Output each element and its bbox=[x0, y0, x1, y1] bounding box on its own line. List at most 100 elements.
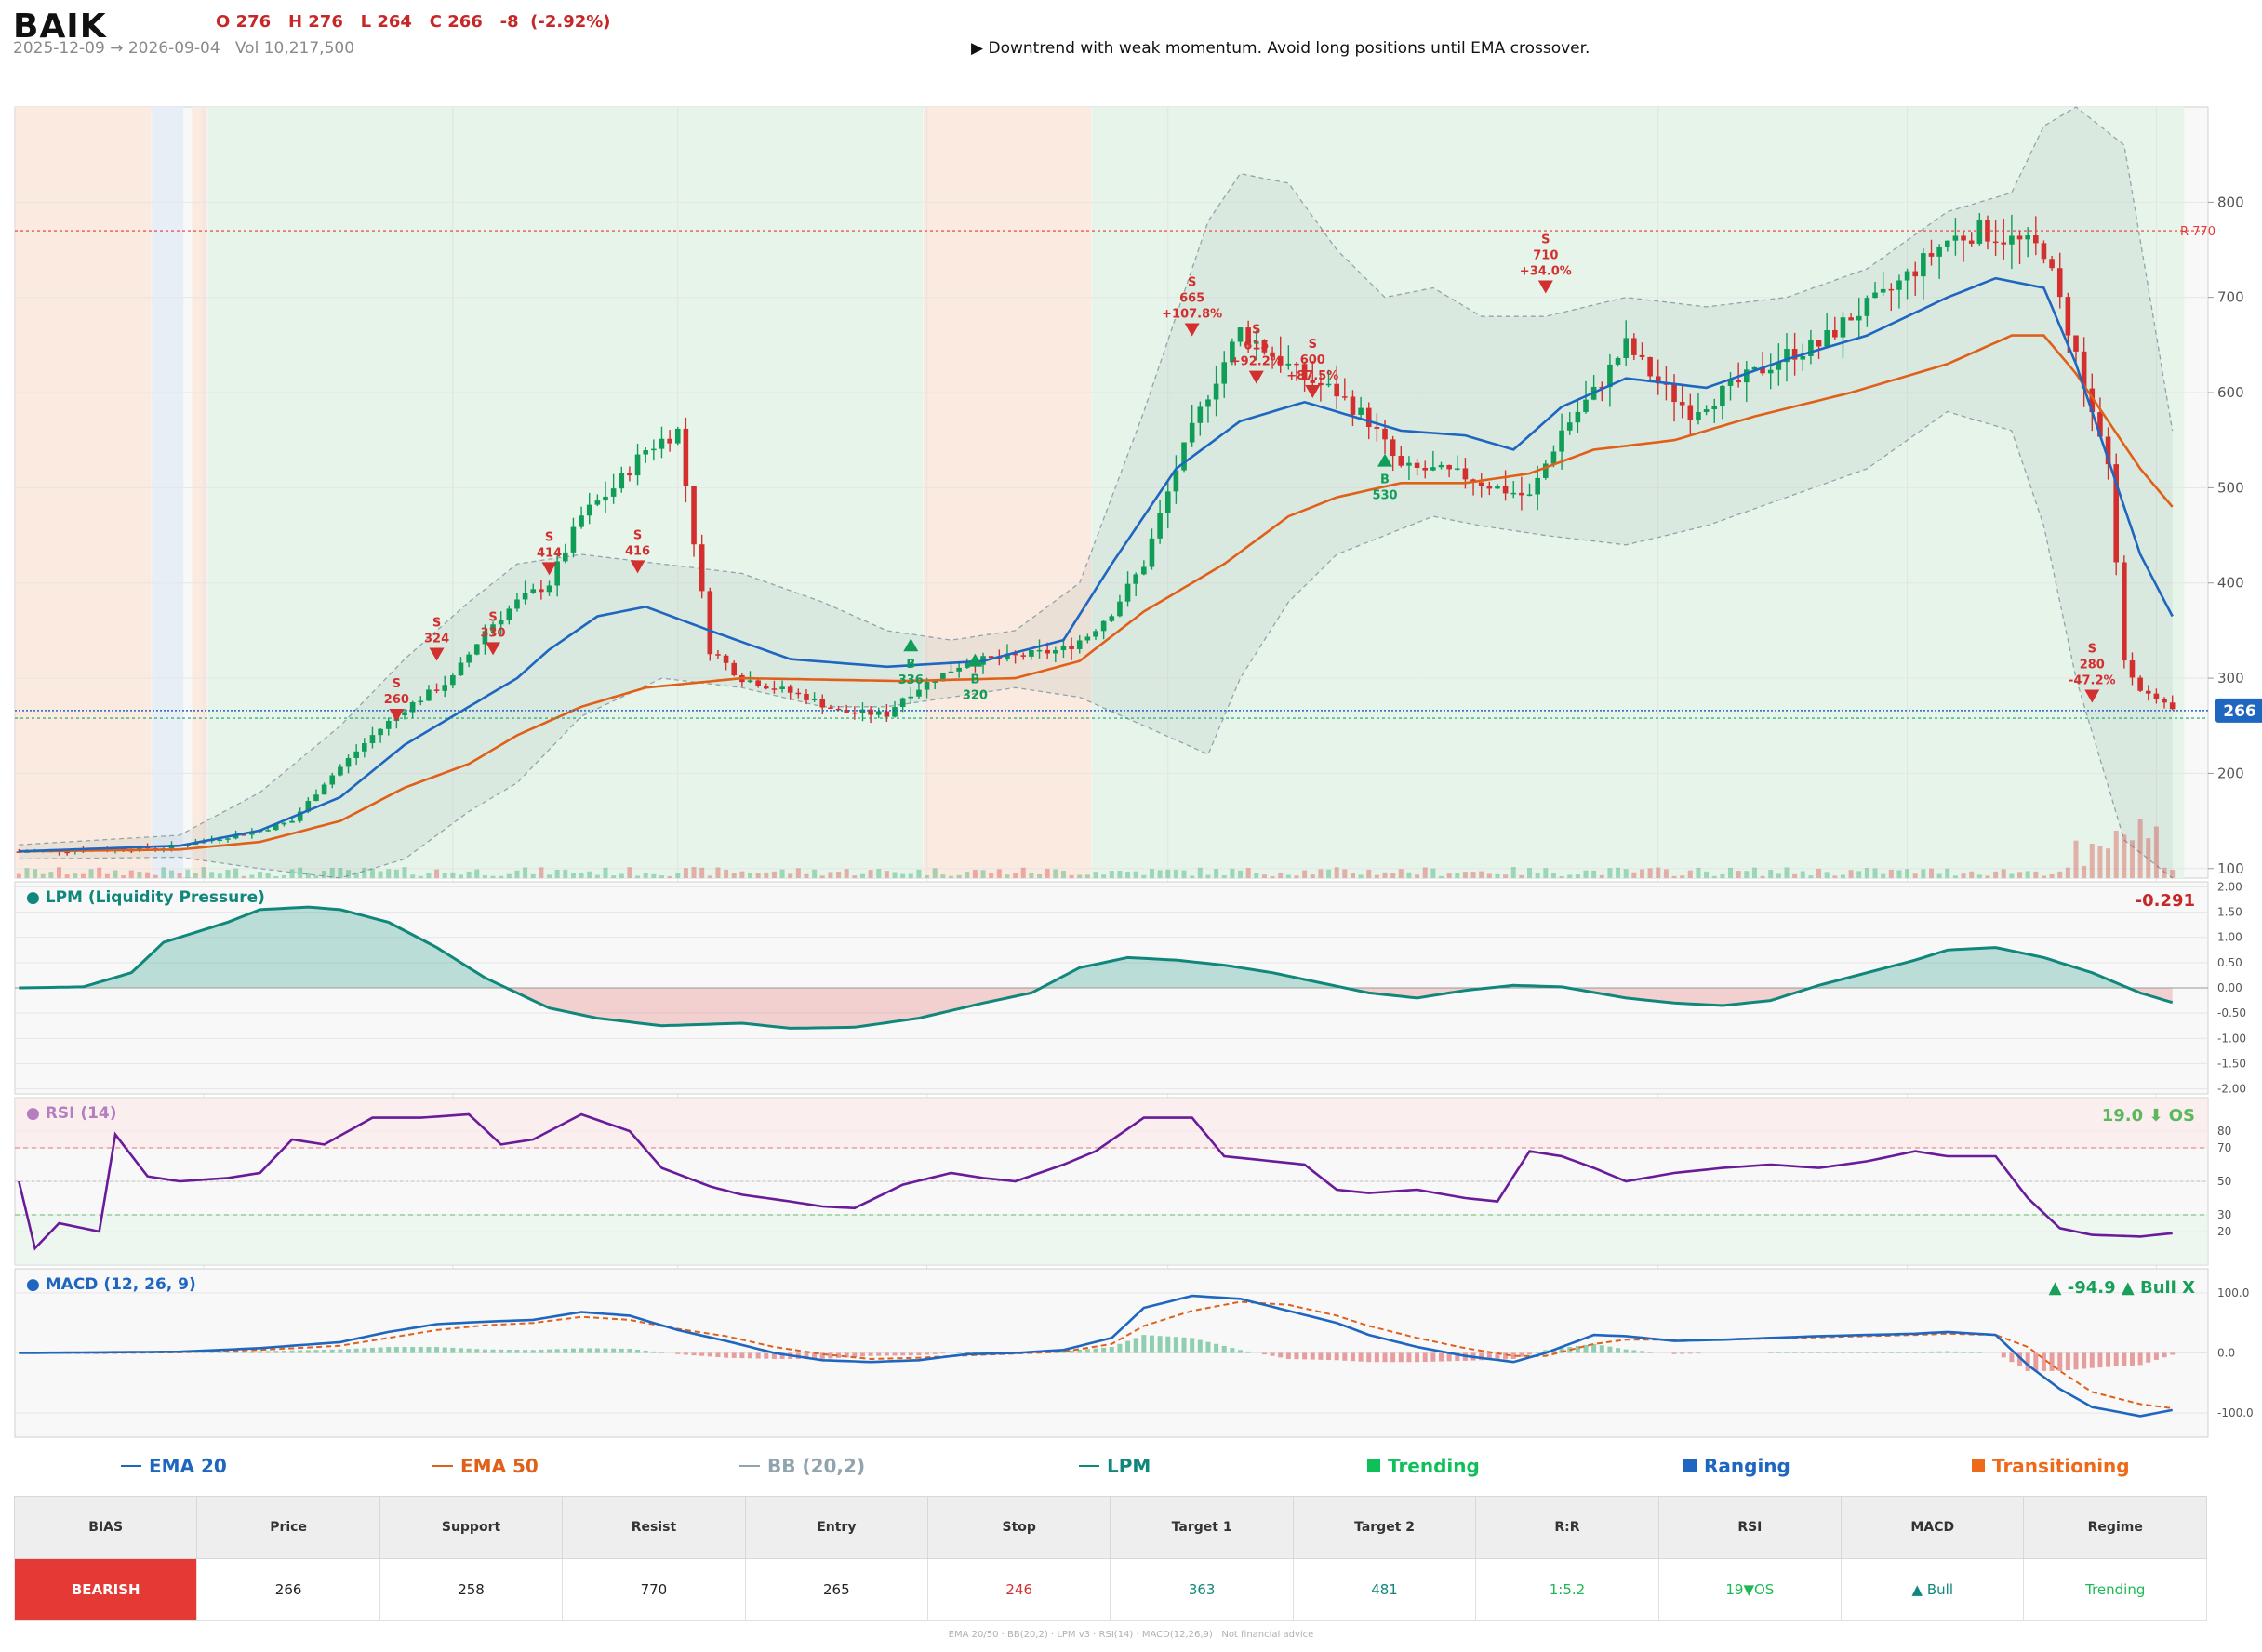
volume-bar bbox=[795, 868, 801, 878]
candle-body bbox=[1872, 292, 1878, 299]
volume-bar bbox=[161, 867, 166, 878]
macd-histogram-bar bbox=[707, 1352, 712, 1357]
candle-body bbox=[1510, 492, 1517, 495]
candle-body bbox=[948, 671, 954, 673]
candle-body bbox=[313, 794, 319, 801]
volume-bar bbox=[193, 873, 198, 878]
candle-body bbox=[554, 561, 560, 586]
macd-histogram-bar bbox=[346, 1349, 352, 1353]
lpm-tick-label: -1.50 bbox=[2217, 1057, 2246, 1070]
volume-bar bbox=[1462, 872, 1468, 878]
lpm-tick-label: -0.50 bbox=[2217, 1006, 2246, 1019]
volume-bar bbox=[779, 869, 785, 878]
candle-body bbox=[1478, 482, 1484, 486]
volume-bar bbox=[426, 873, 432, 878]
macd-histogram-bar bbox=[1117, 1343, 1123, 1353]
candle-body bbox=[1414, 462, 1420, 468]
volume-bar bbox=[1631, 872, 1637, 878]
macd-histogram-bar bbox=[490, 1349, 496, 1353]
volume-bar bbox=[1221, 875, 1227, 878]
sell-signal-label: S bbox=[633, 528, 642, 542]
macd-histogram-bar bbox=[1398, 1352, 1404, 1363]
macd-histogram-bar bbox=[2170, 1352, 2176, 1355]
candle-body bbox=[1848, 317, 1854, 321]
candle-body bbox=[1164, 491, 1171, 514]
legend-label: Trending bbox=[1388, 1455, 1480, 1477]
volume-bar bbox=[1736, 871, 1741, 878]
sell-signal-label: 280 bbox=[2080, 659, 2105, 673]
table-cell-target-2: 481 bbox=[1292, 1558, 1477, 1621]
candle-body bbox=[2169, 702, 2176, 710]
volume-bar bbox=[64, 874, 70, 878]
legend-item[interactable]: EMA 20 bbox=[121, 1455, 227, 1477]
volume-bar bbox=[965, 872, 970, 878]
volume-bar bbox=[1366, 869, 1372, 878]
legend-item[interactable]: EMA 50 bbox=[432, 1455, 539, 1477]
candle-body bbox=[1124, 583, 1131, 602]
rsi-tick-label: 50 bbox=[2217, 1175, 2231, 1188]
volume-bar bbox=[1583, 870, 1589, 878]
volume-bar bbox=[1656, 867, 1661, 878]
volume-bar bbox=[1029, 873, 1034, 878]
chart-area[interactable]: 100 200 300 400 500 600 700 800 R 770 266 S 260 S 324… bbox=[0, 0, 2262, 1451]
macd-histogram-bar bbox=[1976, 1352, 1982, 1353]
macd-histogram-bar bbox=[305, 1350, 311, 1353]
volume-bar bbox=[1792, 873, 1798, 878]
volume-bar bbox=[643, 873, 648, 878]
macd-histogram-bar bbox=[1310, 1352, 1315, 1360]
macd-histogram-bar bbox=[651, 1351, 657, 1353]
candle-body bbox=[217, 839, 223, 842]
volume-bar bbox=[1149, 869, 1154, 878]
volume-bar bbox=[217, 873, 222, 878]
volume-bar bbox=[233, 868, 239, 878]
candle-body bbox=[699, 544, 705, 592]
legend-item[interactable]: LPM bbox=[1079, 1455, 1151, 1477]
volume-bar bbox=[289, 869, 295, 878]
candle-body bbox=[1928, 253, 1935, 257]
candle-body bbox=[1743, 369, 1750, 383]
macd-histogram-bar bbox=[1093, 1348, 1098, 1353]
volume-bar bbox=[884, 871, 889, 878]
candle-body bbox=[674, 428, 681, 444]
volume-bar bbox=[1125, 871, 1131, 878]
rsi-value-label: 19.0 ⬇ OS bbox=[2102, 1106, 2195, 1126]
macd-histogram-bar bbox=[1230, 1348, 1235, 1353]
volume-bar bbox=[1254, 873, 1259, 878]
volume-bar bbox=[627, 867, 632, 878]
candle-body bbox=[2033, 235, 2039, 244]
volume-bar bbox=[1687, 870, 1693, 878]
candle-body bbox=[2016, 235, 2023, 240]
table-cell-stop: 246 bbox=[927, 1558, 1111, 1621]
candle-body bbox=[1221, 362, 1228, 384]
volume-bar bbox=[1173, 869, 1178, 878]
legend-item[interactable]: Ranging bbox=[1683, 1455, 1790, 1477]
volume-bar bbox=[1302, 870, 1308, 878]
macd-histogram-bar bbox=[1415, 1352, 1420, 1363]
volume-bar bbox=[1768, 870, 1774, 878]
volume-bar bbox=[1084, 874, 1090, 878]
legend-item[interactable]: Transitioning bbox=[1972, 1455, 2130, 1477]
macd-histogram-bar bbox=[659, 1352, 664, 1353]
table-cell-entry: 265 bbox=[744, 1558, 929, 1621]
volume-bar bbox=[1776, 873, 1781, 878]
candle-body bbox=[1856, 315, 1862, 321]
candle-body bbox=[1575, 411, 1581, 423]
volume-bar bbox=[209, 872, 215, 878]
candle-body bbox=[1117, 601, 1123, 617]
sell-signal-label: 416 bbox=[625, 544, 650, 558]
macd-histogram-bar bbox=[2082, 1352, 2087, 1369]
volume-bar bbox=[1519, 874, 1524, 878]
volume-bar bbox=[168, 870, 174, 878]
macd-histogram-bar bbox=[1422, 1352, 1428, 1362]
volume-bar bbox=[265, 873, 271, 878]
legend-item[interactable]: Trending bbox=[1367, 1455, 1480, 1477]
rsi-tick-label: 70 bbox=[2217, 1141, 2231, 1154]
macd-histogram-bar bbox=[1173, 1337, 1178, 1353]
sell-signal-label: 324 bbox=[424, 633, 449, 646]
macd-histogram-bar bbox=[1952, 1351, 1958, 1353]
candle-body bbox=[819, 699, 826, 708]
macd-histogram-bar bbox=[273, 1351, 279, 1353]
candle-body bbox=[1864, 298, 1870, 316]
legend-item[interactable]: BB (20,2) bbox=[739, 1455, 865, 1477]
volume-bar bbox=[33, 869, 38, 878]
